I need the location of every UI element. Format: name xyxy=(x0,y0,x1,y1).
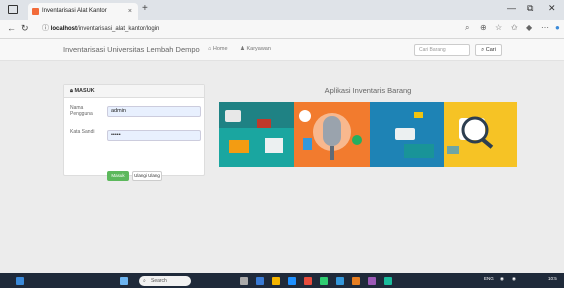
login-panel-heading: 🔒︎ MASUK xyxy=(64,85,204,98)
os-taskbar: ⌕ Search ENG ◉ ◉ 10:5 xyxy=(0,273,564,288)
close-window-icon[interactable]: ✕ xyxy=(548,3,556,14)
app-title: Aplikasi Inventaris Barang xyxy=(324,86,412,95)
app-icon-green[interactable] xyxy=(320,277,328,285)
login-button[interactable]: Masuk xyxy=(107,171,129,181)
address-bar-row: ← ↻ ⓘ localhost/inventarisasi_alat_kanto… xyxy=(0,20,564,39)
login-heading-text: MASUK xyxy=(74,88,95,94)
search-icon: ⌕ xyxy=(143,278,146,284)
page-content: 🔒︎ MASUK Nama Pengguna admin Kata Sandi … xyxy=(0,61,564,273)
app-icon-purple[interactable] xyxy=(368,277,376,285)
username-field[interactable]: admin xyxy=(107,106,201,117)
more-options-icon[interactable]: ⋯ xyxy=(541,23,549,32)
lock-icon: 🔒︎ xyxy=(70,88,73,94)
reel-icon xyxy=(299,110,311,122)
tab-close-icon[interactable]: × xyxy=(128,3,132,20)
window-menu-icon[interactable] xyxy=(8,5,18,14)
task-view-icon[interactable] xyxy=(240,277,248,285)
password-field[interactable]: ••••• xyxy=(107,130,201,141)
username-row: Nama Pengguna admin xyxy=(70,105,201,121)
password-label: Kata Sandi xyxy=(70,129,95,135)
favorites-bar-icon[interactable]: ✩ xyxy=(511,23,518,32)
extensions-icon[interactable]: ◆ xyxy=(526,23,532,32)
search-button-label: Cari xyxy=(485,47,496,53)
maximize-icon[interactable]: ⧉ xyxy=(527,3,533,14)
app-icon-red[interactable] xyxy=(304,277,312,285)
site-navbar: Inventarisasi Universitas Lembah Dempo ⌂… xyxy=(0,39,564,61)
site-brand[interactable]: Inventarisasi Universitas Lembah Dempo xyxy=(63,45,200,54)
taskbar-search[interactable]: ⌕ Search xyxy=(139,276,191,286)
film-icon xyxy=(229,140,249,153)
video-camera-icon xyxy=(265,138,283,153)
search-icon: ⌕ xyxy=(481,47,485,53)
browser-tab-bar: Inventarisasi Alat Kantor × + — ⧉ ✕ xyxy=(0,0,564,20)
nav-item-label: Karyawan xyxy=(246,46,271,52)
url-field[interactable]: ⓘ localhost/inventarisasi_alat_kantor/lo… xyxy=(42,22,452,36)
phone-icon xyxy=(303,138,312,150)
user-icon: ♟ xyxy=(240,46,245,52)
read-aloud-icon[interactable]: ⌕ xyxy=(465,23,469,33)
projector-icon xyxy=(225,110,241,122)
back-icon[interactable]: ← xyxy=(7,23,16,33)
volume-icon[interactable]: ◉ xyxy=(512,276,516,282)
search-button[interactable]: ⌕ Cari xyxy=(475,44,502,56)
site-info-icon[interactable]: ⓘ xyxy=(42,25,49,32)
home-icon: ⌂ xyxy=(208,46,212,52)
minimize-icon[interactable]: — xyxy=(507,3,516,13)
reset-button[interactable]: Ulangi Ulang xyxy=(132,171,162,181)
browser-tab[interactable]: Inventarisasi Alat Kantor × xyxy=(28,3,138,20)
new-tab-icon[interactable]: + xyxy=(142,3,148,14)
password-row: Kata Sandi ••••• xyxy=(70,129,201,145)
store-icon[interactable] xyxy=(288,277,296,285)
play-icon xyxy=(352,135,362,145)
camera-icon-2 xyxy=(395,128,415,140)
app-icon-blue[interactable] xyxy=(336,277,344,285)
banner-illustration xyxy=(219,102,517,167)
banner-graphic xyxy=(219,102,517,167)
wifi-icon[interactable]: ◉ xyxy=(500,276,504,282)
widgets-icon[interactable] xyxy=(16,277,24,285)
app-icon-orange[interactable] xyxy=(352,277,360,285)
edge-icon[interactable] xyxy=(256,277,264,285)
username-label: Nama Pengguna xyxy=(70,105,93,117)
flash-icon xyxy=(414,112,423,118)
edge-copilot-icon[interactable]: ● xyxy=(555,23,560,32)
nav-item-karyawan[interactable]: ♟ Karyawan xyxy=(240,46,271,52)
login-panel: 🔒︎ MASUK Nama Pengguna admin Kata Sandi … xyxy=(63,84,205,181)
taskbar-search-label: Search xyxy=(151,278,167,284)
search-input[interactable]: Cari Barang xyxy=(414,44,470,56)
site-favicon-icon xyxy=(32,8,39,15)
url-path: /inventarisasi_alat_kantor/login xyxy=(77,26,160,32)
file-explorer-icon[interactable] xyxy=(272,277,280,285)
zoom-icon[interactable]: ⊕ xyxy=(480,23,487,32)
nav-item-label: Home xyxy=(212,46,228,52)
nav-item-home[interactable]: ⌂ Home xyxy=(208,46,228,52)
reload-icon[interactable]: ↻ xyxy=(21,23,29,34)
url-host: localhost xyxy=(50,26,78,32)
windows-start-icon[interactable] xyxy=(120,277,128,285)
app-icon-teal[interactable] xyxy=(384,277,392,285)
language-indicator[interactable]: ENG xyxy=(484,276,494,281)
clock[interactable]: 10:5 xyxy=(548,276,557,281)
camera-icon xyxy=(257,119,271,128)
microphone-icon xyxy=(323,116,341,146)
tab-title: Inventarisasi Alat Kantor xyxy=(42,8,107,14)
favorite-icon[interactable]: ☆ xyxy=(495,23,502,32)
